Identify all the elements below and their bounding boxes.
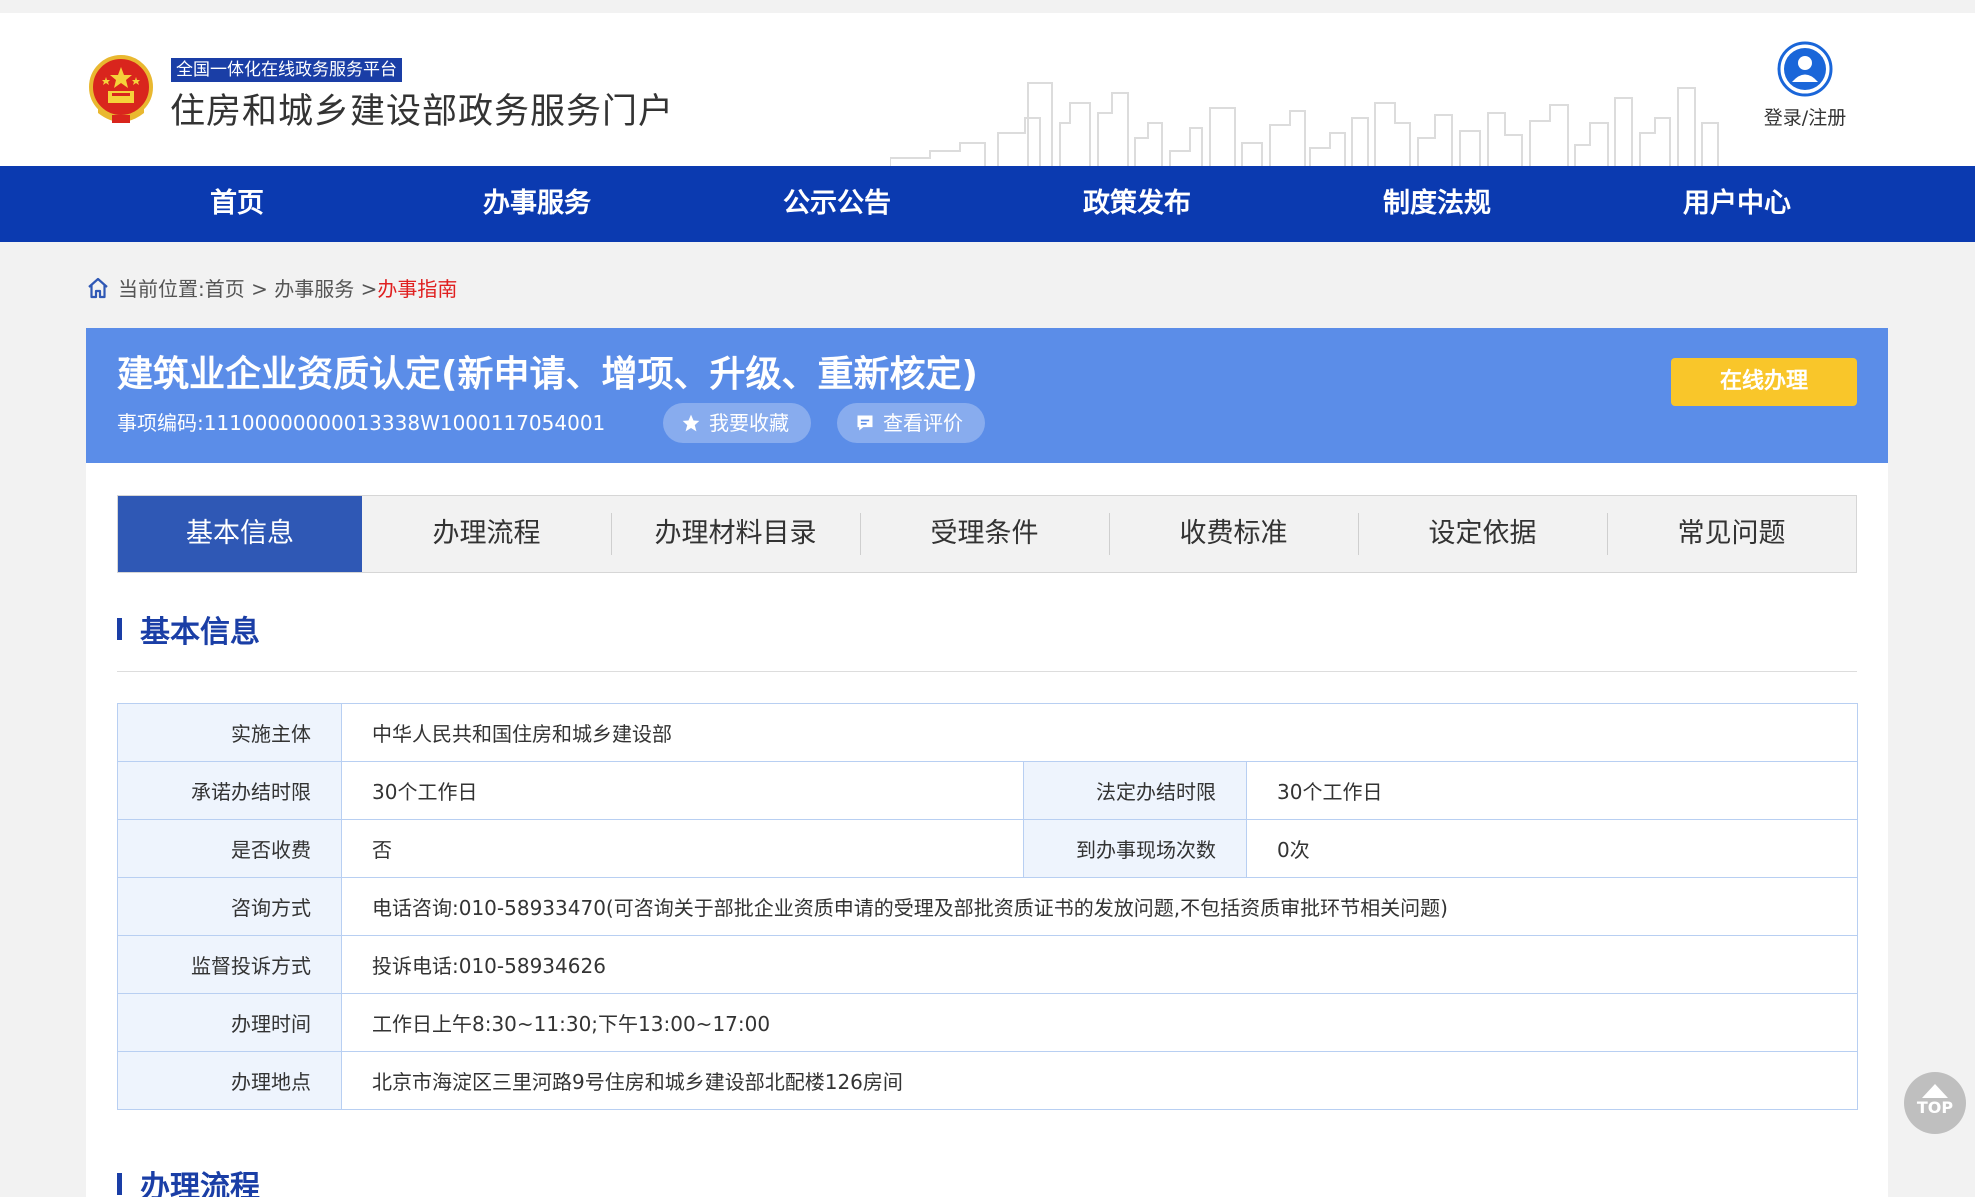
- table-row: 是否收费 否 到办事现场次数 0次: [117, 819, 1859, 878]
- comment-icon: [857, 415, 873, 431]
- tab-basic-info[interactable]: 基本信息: [118, 496, 362, 572]
- subject-label: 实施主体: [117, 703, 342, 762]
- content-card: 建筑业企业资质认定(新申请、增项、升级、重新核定) 事项编码:111000000…: [86, 328, 1888, 1197]
- consult-value: 电话咨询:010-58933470(可咨询关于部批企业资质申请的受理及部批资质证…: [340, 877, 1859, 936]
- detail-tabs: 基本信息 办理流程 办理材料目录 受理条件 收费标准 设定依据 常见问题: [117, 495, 1857, 573]
- tab-legal-basis[interactable]: 设定依据: [1358, 496, 1607, 572]
- visits-value: 0次: [1245, 819, 1859, 878]
- legal-time-label: 法定办结时限: [1023, 761, 1247, 820]
- site-header: 全国一体化在线政务服务平台 住房和城乡建设部政务服务门户 登录/注册: [0, 13, 1975, 166]
- table-row: 实施主体 中华人民共和国住房和城乡建设部: [117, 703, 1859, 762]
- table-row: 咨询方式 电话咨询:010-58933470(可咨询关于部批企业资质申请的受理及…: [117, 877, 1859, 936]
- tab-materials[interactable]: 办理材料目录: [611, 496, 860, 572]
- item-banner: 建筑业企业资质认定(新申请、增项、升级、重新核定) 事项编码:111000000…: [86, 328, 1888, 463]
- back-to-top-button[interactable]: TOP: [1904, 1072, 1966, 1134]
- nav-item-services[interactable]: 办事服务: [387, 166, 687, 242]
- basic-info-heading: 基本信息: [117, 613, 260, 653]
- promised-time-label: 承诺办结时限: [117, 761, 342, 820]
- section-marker: [117, 618, 122, 640]
- portal-title[interactable]: 住房和城乡建设部政务服务门户: [170, 91, 674, 133]
- login-register-label: 登录/注册: [1763, 107, 1847, 129]
- fee-label: 是否收费: [117, 819, 342, 878]
- breadcrumb-separator: >: [354, 277, 378, 301]
- tab-fees[interactable]: 收费标准: [1109, 496, 1358, 572]
- nav-item-notices[interactable]: 公示公告: [687, 166, 987, 242]
- breadcrumb-services-link[interactable]: 办事服务: [274, 277, 354, 301]
- breadcrumb-current: 办事指南: [377, 277, 458, 301]
- promised-time-value: 30个工作日: [341, 761, 1024, 820]
- nav-item-regulations[interactable]: 制度法规: [1287, 166, 1587, 242]
- tab-conditions[interactable]: 受理条件: [860, 496, 1109, 572]
- complaint-value: 投诉电话:010-58934626: [340, 935, 1859, 994]
- item-code: 事项编码:11100000000013338W1000117054001: [117, 408, 605, 438]
- nav-item-home[interactable]: 首页: [87, 166, 387, 242]
- subject-value: 中华人民共和国住房和城乡建设部: [340, 703, 1859, 762]
- breadcrumb-separator: >: [244, 277, 275, 301]
- arrow-up-icon: [1922, 1084, 1948, 1098]
- section-marker: [117, 1173, 122, 1195]
- item-code-label: 事项编码:: [117, 411, 204, 435]
- nav-item-policy[interactable]: 政策发布: [987, 166, 1287, 242]
- process-heading: 办理流程: [117, 1168, 260, 1197]
- address-label: 办理地点: [117, 1051, 342, 1110]
- hours-label: 办理时间: [117, 993, 342, 1052]
- back-to-top-label: TOP: [1916, 1098, 1954, 1117]
- basic-info-table: 实施主体 中华人民共和国住房和城乡建设部 承诺办结时限 30个工作日 法定办结时…: [117, 703, 1859, 1110]
- fee-value: 否: [341, 819, 1024, 878]
- consult-label: 咨询方式: [117, 877, 342, 936]
- process-title: 办理流程: [140, 1170, 260, 1197]
- tab-process[interactable]: 办理流程: [362, 496, 611, 572]
- home-icon: [88, 277, 108, 299]
- breadcrumb: 当前位置:首页 > 办事服务 >办事指南: [86, 274, 457, 304]
- main-nav: 首页 办事服务 公示公告 政策发布 制度法规 用户中心: [0, 166, 1975, 242]
- favorite-label: 我要收藏: [709, 411, 789, 435]
- table-row: 办理地点 北京市海淀区三里河路9号住房和城乡建设部北配楼126房间: [117, 1051, 1859, 1110]
- favorite-button[interactable]: 我要收藏: [663, 403, 811, 443]
- login-register-link[interactable]: 登录/注册: [1755, 41, 1855, 130]
- breadcrumb-home-link[interactable]: 首页: [205, 277, 245, 301]
- table-row: 承诺办结时限 30个工作日 法定办结时限 30个工作日: [117, 761, 1859, 820]
- user-avatar-icon: [1777, 41, 1833, 97]
- item-code-value: 11100000000013338W1000117054001: [203, 411, 606, 435]
- breadcrumb-prefix: 当前位置:: [118, 277, 205, 301]
- basic-info-title: 基本信息: [140, 615, 260, 650]
- item-title: 建筑业企业资质认定(新申请、增项、升级、重新核定): [117, 354, 978, 395]
- top-strip: [0, 0, 1975, 13]
- complaint-label: 监督投诉方式: [117, 935, 342, 994]
- view-reviews-label: 查看评价: [883, 411, 963, 435]
- nav-item-user-center[interactable]: 用户中心: [1587, 166, 1887, 242]
- view-reviews-button[interactable]: 查看评价: [837, 403, 985, 443]
- hours-value: 工作日上午8:30~11:30;下午13:00~17:00: [340, 993, 1859, 1052]
- table-row: 监督投诉方式 投诉电话:010-58934626: [117, 935, 1859, 994]
- tab-faq[interactable]: 常见问题: [1607, 496, 1856, 572]
- table-row: 办理时间 工作日上午8:30~11:30;下午13:00~17:00: [117, 993, 1859, 1052]
- address-value: 北京市海淀区三里河路9号住房和城乡建设部北配楼126房间: [340, 1051, 1859, 1110]
- section-divider: [117, 671, 1857, 672]
- national-emblem-icon[interactable]: [86, 53, 156, 127]
- legal-time-value: 30个工作日: [1245, 761, 1859, 820]
- visits-label: 到办事现场次数: [1023, 819, 1247, 878]
- online-apply-button[interactable]: 在线办理: [1671, 358, 1857, 406]
- star-icon: [682, 414, 700, 432]
- platform-tag: 全国一体化在线政务服务平台: [171, 58, 402, 82]
- skyline-decoration: [890, 82, 1719, 166]
